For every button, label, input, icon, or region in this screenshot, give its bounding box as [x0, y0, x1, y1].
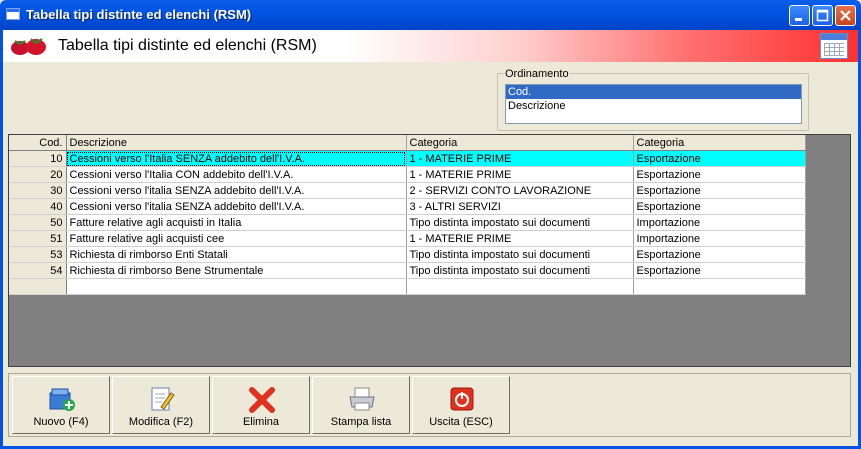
ordinamento-listbox[interactable]: Cod. Descrizione [505, 84, 802, 124]
table-row[interactable]: 50 Fatture relative agli acquisti in Ita… [9, 214, 806, 231]
table-row[interactable]: 51 Fatture relative agli acquisti cee 1 … [9, 230, 806, 247]
table-row[interactable]: 40 Cessioni verso l'italia SENZA addebit… [9, 198, 806, 215]
data-grid[interactable]: Cod. Descrizione Categoria Categoria 10 … [8, 134, 851, 367]
action-toolbar: Nuovo (F4) Modifica (F2) Elimina Stampa … [8, 373, 851, 437]
cell-cod: 40 [9, 198, 67, 215]
cell-categoria[interactable]: Tipo distinta impostato sui documenti [406, 246, 634, 263]
cell-cod: 53 [9, 246, 67, 263]
cell-categoria-2[interactable] [633, 278, 806, 295]
exit-button[interactable]: Uscita (ESC) [412, 376, 510, 434]
window-icon [6, 8, 20, 20]
cell-descrizione[interactable]: Richiesta di rimborso Bene Strumentale [66, 262, 407, 279]
cell-categoria[interactable]: 3 - ALTRI SERVIZI [406, 198, 634, 215]
cell-descrizione[interactable]: Fatture relative agli acquisti cee [66, 230, 407, 247]
cell-categoria-2[interactable]: Esportazione [633, 262, 806, 279]
form-header: Tabella tipi distinte ed elenchi (RSM) [3, 30, 858, 62]
calendar-icon[interactable] [820, 33, 848, 59]
cell-categoria[interactable]: 2 - SERVIZI CONTO LAVORAZIONE [406, 182, 634, 199]
cell-categoria[interactable]: 1 - MATERIE PRIME [406, 230, 634, 247]
new-record-icon [49, 388, 75, 411]
power-exit-icon [450, 387, 474, 411]
ordinamento-option-cod[interactable]: Cod. [506, 85, 801, 99]
column-header-descrizione[interactable]: Descrizione [66, 135, 407, 151]
close-button[interactable] [835, 5, 856, 26]
cell-descrizione[interactable]: Cessioni verso l'italia SENZA addebito d… [66, 198, 407, 215]
cell-categoria[interactable] [406, 278, 634, 295]
cell-categoria-2[interactable]: Importazione [633, 230, 806, 247]
ordinamento-option-descrizione[interactable]: Descrizione [506, 99, 801, 113]
print-list-button-label: Stampa lista [330, 416, 392, 428]
title-bar: Tabella tipi distinte ed elenchi (RSM) [0, 0, 861, 30]
minimize-button[interactable] [789, 5, 810, 26]
delete-button[interactable]: Elimina [212, 376, 310, 434]
cell-categoria-2[interactable]: Esportazione [633, 246, 806, 263]
cell-descrizione[interactable]: Richiesta di rimborso Enti Statali [66, 246, 407, 263]
print-list-button[interactable]: Stampa lista [312, 376, 410, 434]
cell-categoria[interactable]: 1 - MATERIE PRIME [406, 150, 634, 167]
cell-cod: 50 [9, 214, 67, 231]
cell-cod: 54 [9, 262, 67, 279]
printer-icon [349, 387, 375, 411]
column-header-categoria-2[interactable]: Categoria [633, 135, 806, 151]
edit-document-icon [151, 387, 175, 411]
table-row[interactable]: 10 Cessioni verso l'Italia SENZA addebit… [9, 150, 806, 167]
table-row[interactable]: 53 Richiesta di rimborso Enti Statali Ti… [9, 246, 806, 263]
cell-cod: 10 [9, 150, 67, 167]
table-row[interactable]: 20 Cessioni verso l'Italia CON addebito … [9, 166, 806, 183]
cell-categoria-2[interactable]: Esportazione [633, 166, 806, 183]
exit-button-label: Uscita (ESC) [429, 416, 493, 428]
table-row-new[interactable] [9, 278, 806, 295]
window-title: Tabella tipi distinte ed elenchi (RSM) [26, 7, 252, 22]
close-icon [840, 10, 851, 21]
cell-categoria-2[interactable]: Importazione [633, 214, 806, 231]
cell-categoria-2[interactable]: Esportazione [633, 198, 806, 215]
cell-categoria[interactable]: Tipo distinta impostato sui documenti [406, 214, 634, 231]
minimize-icon [795, 18, 802, 21]
cell-cod: 20 [9, 166, 67, 183]
cell-cod [9, 278, 67, 295]
table-row[interactable]: 30 Cessioni verso l'italia SENZA addebit… [9, 182, 806, 199]
new-button-label: Nuovo (F4) [33, 416, 89, 428]
delete-button-label: Elimina [242, 416, 280, 428]
delete-x-icon [249, 387, 275, 413]
cell-descrizione[interactable] [66, 278, 407, 295]
cell-categoria[interactable]: 1 - MATERIE PRIME [406, 166, 634, 183]
cell-descrizione[interactable]: Cessioni verso l'Italia CON addebito del… [66, 166, 407, 183]
strawberry-logo-icon [11, 38, 46, 55]
form-title: Tabella tipi distinte ed elenchi (RSM) [58, 37, 317, 54]
cell-categoria[interactable]: Tipo distinta impostato sui documenti [406, 262, 634, 279]
column-header-cod[interactable]: Cod. [9, 135, 67, 151]
table-header-row: Cod. Descrizione Categoria Categoria [9, 135, 806, 151]
records-table: Cod. Descrizione Categoria Categoria 10 … [9, 135, 806, 295]
edit-button[interactable]: Modifica (F2) [112, 376, 210, 434]
cell-cod: 30 [9, 182, 67, 199]
column-header-categoria[interactable]: Categoria [406, 135, 634, 151]
cell-cod: 51 [9, 230, 67, 247]
edit-button-label: Modifica (F2) [128, 416, 194, 428]
table-row[interactable]: 54 Richiesta di rimborso Bene Strumental… [9, 262, 806, 279]
ordinamento-legend: Ordinamento [504, 68, 570, 80]
cell-descrizione[interactable]: Cessioni verso l'Italia SENZA addebito d… [66, 150, 407, 167]
cell-descrizione[interactable]: Cessioni verso l'italia SENZA addebito d… [66, 182, 407, 199]
new-button[interactable]: Nuovo (F4) [12, 376, 110, 434]
cell-categoria-2[interactable]: Esportazione [633, 182, 806, 199]
maximize-icon [816, 9, 829, 22]
maximize-button[interactable] [812, 5, 833, 26]
cell-descrizione[interactable]: Fatture relative agli acquisti in Italia [66, 214, 407, 231]
cell-categoria-2[interactable]: Esportazione [633, 150, 806, 167]
ordinamento-group: Ordinamento Cod. Descrizione [497, 68, 809, 131]
